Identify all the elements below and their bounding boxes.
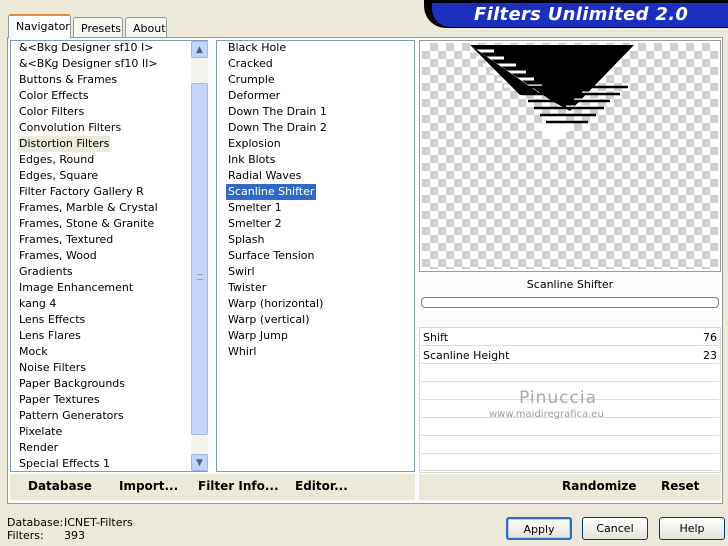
progress-bar: [421, 297, 719, 308]
category-item[interactable]: Buttons & Frames: [18, 72, 118, 88]
category-item[interactable]: &<Bkg Designer sf10 I>: [18, 40, 155, 56]
category-item[interactable]: Color Effects: [18, 88, 90, 104]
filter-item[interactable]: Twister: [226, 280, 268, 296]
filter-item[interactable]: Down The Drain 1: [226, 104, 329, 120]
category-item[interactable]: Color Filters: [18, 104, 85, 120]
tab-navigator[interactable]: Navigator: [8, 14, 71, 38]
category-scrollbar[interactable]: ▲ ▼: [191, 41, 208, 471]
chevron-down-icon[interactable]: ▼: [191, 454, 208, 471]
tab-about[interactable]: About: [125, 17, 167, 39]
tab-label: About: [133, 22, 166, 35]
status-filters-value: 393: [64, 529, 85, 542]
tab-presets[interactable]: Presets: [73, 17, 123, 39]
filter-item[interactable]: Warp (vertical): [226, 312, 312, 328]
param-row-empty: [421, 455, 719, 471]
import-button[interactable]: Import...: [119, 479, 178, 495]
filter-item[interactable]: Cracked: [226, 56, 275, 72]
category-item[interactable]: Lens Flares: [18, 328, 82, 344]
category-item[interactable]: Render: [18, 440, 59, 456]
category-item[interactable]: Pixelate: [18, 424, 63, 440]
scroll-thumb[interactable]: [191, 83, 208, 435]
category-item[interactable]: Gradients: [18, 264, 74, 280]
param-row-empty: [421, 437, 719, 454]
param-row-shift[interactable]: Shift 76: [421, 329, 719, 346]
filter-item[interactable]: Deformer: [226, 88, 282, 104]
chevron-up-icon[interactable]: ▲: [191, 41, 208, 58]
category-item[interactable]: Mock: [18, 344, 49, 360]
preview-image: [422, 43, 718, 269]
category-item[interactable]: Lens Effects: [18, 312, 86, 328]
editor-button[interactable]: Editor...: [295, 479, 348, 495]
filter-item[interactable]: Swirl: [226, 264, 257, 280]
filter-item[interactable]: Warp (horizontal): [226, 296, 325, 312]
help-button[interactable]: Help: [659, 517, 725, 540]
filter-item[interactable]: Surface Tension: [226, 248, 316, 264]
database-button[interactable]: Database: [28, 479, 92, 495]
randomize-button[interactable]: Randomize: [562, 479, 636, 495]
category-item[interactable]: Frames, Marble & Crystal: [18, 200, 159, 216]
category-item[interactable]: Pattern Generators: [18, 408, 125, 424]
filter-item[interactable]: Ink Blots: [226, 152, 277, 168]
category-item[interactable]: Convolution Filters: [18, 120, 122, 136]
filter-item[interactable]: Radial Waves: [226, 168, 303, 184]
category-item[interactable]: Paper Textures: [18, 392, 101, 408]
category-item[interactable]: Paper Backgrounds: [18, 376, 126, 392]
category-item[interactable]: Filter Factory Gallery R: [18, 184, 145, 200]
param-value[interactable]: 76: [703, 331, 717, 344]
category-item[interactable]: Frames, Textured: [18, 232, 114, 248]
filter-item[interactable]: Explosion: [226, 136, 283, 152]
filter-item[interactable]: Whirl: [226, 344, 258, 360]
filter-item[interactable]: Warp Jump: [226, 328, 290, 344]
grip-icon: [197, 274, 203, 280]
cancel-button[interactable]: Cancel: [582, 517, 648, 540]
param-label: Shift: [423, 331, 449, 344]
category-item[interactable]: Edges, Square: [18, 168, 99, 184]
tab-label: Presets: [81, 22, 122, 35]
category-item[interactable]: &<BKg Designer sf10 II>: [18, 56, 159, 72]
category-item[interactable]: Distortion Filters: [18, 136, 111, 152]
preview-frame: [419, 40, 721, 272]
category-item[interactable]: Frames, Stone & Granite: [18, 216, 155, 232]
category-item[interactable]: Edges, Round: [18, 152, 95, 168]
filter-item[interactable]: Smelter 2: [226, 216, 284, 232]
filter-item[interactable]: Black Hole: [226, 40, 288, 56]
filter-item[interactable]: Crumple: [226, 72, 277, 88]
filter-item[interactable]: Smelter 1: [226, 200, 284, 216]
param-value[interactable]: 23: [703, 349, 717, 362]
status-database-value: ICNET-Filters: [64, 516, 133, 529]
category-item[interactable]: Noise Filters: [18, 360, 87, 376]
filter-item[interactable]: Down The Drain 2: [226, 120, 329, 136]
filter-item[interactable]: Scanline Shifter: [226, 184, 317, 200]
param-row-empty: [421, 365, 719, 382]
filter-info-button[interactable]: Filter Info...: [198, 479, 279, 495]
app-title: Filters Unlimited 2.0: [474, 4, 689, 25]
status-filters-label: Filters:: [7, 529, 44, 542]
apply-button[interactable]: Apply: [506, 517, 572, 540]
preview-triangle: [470, 45, 634, 143]
title-banner: Filters Unlimited 2.0: [424, 0, 728, 28]
category-item[interactable]: Special Effects 1: [18, 456, 111, 472]
param-label: Scanline Height: [423, 349, 510, 362]
watermark-url: www.maidiregrafica.eu: [489, 409, 604, 420]
filter-item[interactable]: Splash: [226, 232, 266, 248]
preview-filter-name: Scanline Shifter: [526, 278, 614, 291]
category-item[interactable]: kang 4: [18, 296, 57, 312]
tab-label: Navigator: [16, 20, 70, 33]
param-row-empty: [421, 419, 719, 436]
category-item[interactable]: Image Enhancement: [18, 280, 134, 296]
category-item[interactable]: Frames, Wood: [18, 248, 98, 264]
reset-button[interactable]: Reset: [661, 479, 699, 495]
watermark-name: Pinuccia: [519, 388, 597, 408]
param-row-scanline-height[interactable]: Scanline Height 23: [421, 347, 719, 364]
status-database-label: Database:: [7, 516, 64, 529]
